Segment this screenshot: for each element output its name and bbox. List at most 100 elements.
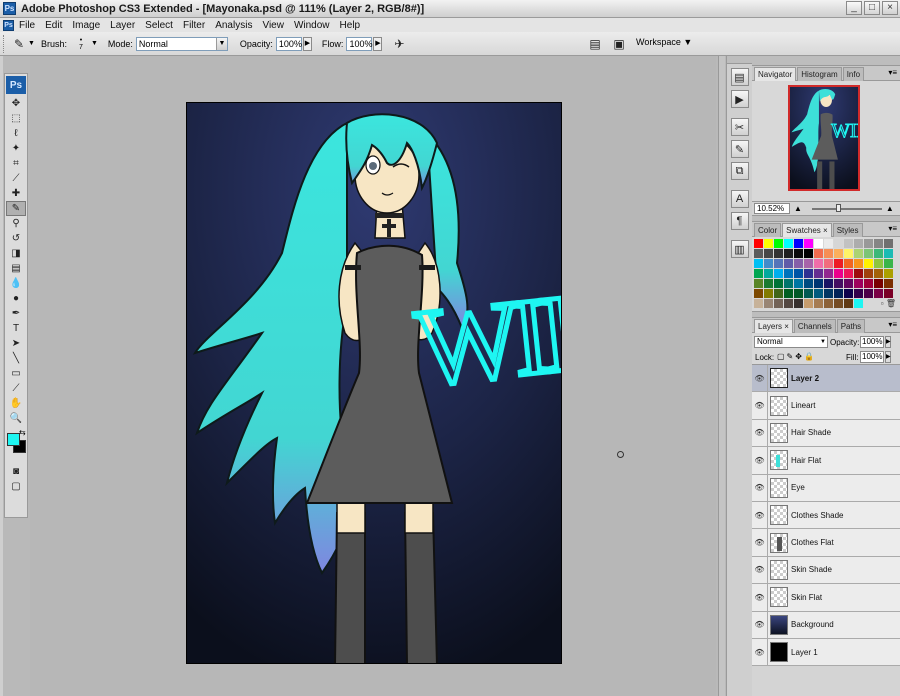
zoom-tool[interactable]: 🔍 — [6, 411, 26, 426]
swatch[interactable] — [834, 299, 843, 308]
swatch[interactable] — [844, 239, 853, 248]
panel-menu-icon[interactable]: ▾≡ — [888, 66, 897, 80]
swatch[interactable] — [804, 289, 813, 298]
swatch[interactable] — [804, 299, 813, 308]
swatch[interactable] — [814, 269, 823, 278]
minimize-button[interactable]: _ — [846, 1, 862, 15]
notes-tool[interactable]: ▭ — [6, 366, 26, 381]
blur-tool[interactable]: 💧 — [6, 276, 26, 291]
swatch[interactable] — [834, 289, 843, 298]
eyedropper-slice-tool[interactable]: ⟋ — [6, 171, 26, 186]
swatch[interactable] — [754, 299, 763, 308]
layer-row[interactable]: 👁 Clothes Flat — [752, 529, 900, 557]
swatch[interactable] — [804, 269, 813, 278]
bridge-icon[interactable]: ▣ — [610, 35, 628, 53]
swatch[interactable] — [784, 249, 793, 258]
swatch[interactable] — [884, 289, 893, 298]
swatch[interactable] — [794, 239, 803, 248]
menu-analysis[interactable]: Analysis — [210, 20, 257, 31]
swatch[interactable] — [814, 259, 823, 268]
swatch[interactable] — [774, 239, 783, 248]
gradient-tool[interactable]: ▤ — [6, 261, 26, 276]
swatch[interactable] — [754, 279, 763, 288]
swatch[interactable] — [884, 249, 893, 258]
character-icon[interactable]: A — [730, 190, 749, 208]
swatch[interactable] — [794, 299, 803, 308]
eye-icon[interactable]: 👁 — [752, 583, 768, 611]
swatch[interactable] — [804, 279, 813, 288]
swatch[interactable] — [814, 299, 823, 308]
blend-mode-select[interactable]: Normal ▼ — [754, 336, 828, 348]
zoom-in-icon[interactable]: ▲ — [886, 204, 894, 213]
menu-image[interactable]: Image — [67, 20, 105, 31]
document-canvas[interactable]: WIP — [186, 102, 562, 664]
swatch[interactable] — [844, 259, 853, 268]
layer-row[interactable]: 👁 Skin Shade — [752, 556, 900, 585]
swatch[interactable] — [764, 289, 773, 298]
swatch[interactable] — [794, 269, 803, 278]
swatch[interactable] — [854, 269, 863, 278]
healing-brush-tool[interactable]: ✚ — [6, 186, 26, 201]
crop-tool[interactable]: ⌗ — [6, 156, 26, 171]
swatch[interactable] — [844, 299, 853, 308]
tab-swatches[interactable]: Swatches × — [782, 223, 832, 237]
swatch[interactable] — [874, 239, 883, 248]
eyedropper-tool[interactable]: ⟋ — [6, 381, 26, 396]
swatch[interactable] — [794, 249, 803, 258]
panel-menu-icon[interactable]: ▾≡ — [888, 222, 897, 236]
close-button[interactable]: × — [882, 1, 898, 15]
swatch[interactable] — [834, 269, 843, 278]
navigator-thumbnail[interactable]: WIP — [788, 85, 860, 191]
move-tool[interactable]: ✥ — [6, 96, 26, 111]
swatch[interactable] — [834, 259, 843, 268]
swatch[interactable] — [794, 259, 803, 268]
lock-options-icon[interactable]: ▢✎✥🔒 — [777, 352, 816, 361]
tab-color[interactable]: Color — [754, 223, 782, 237]
swatch[interactable] — [774, 279, 783, 288]
brush-preset-icon[interactable]: ✎ — [10, 35, 28, 53]
workspace-menu[interactable]: Workspace ▼ — [636, 37, 692, 47]
lasso-tool[interactable]: ℓ — [6, 126, 26, 141]
swatch[interactable] — [784, 279, 793, 288]
menu-help[interactable]: Help — [335, 20, 366, 31]
layer-row[interactable]: 👁 Eye — [752, 474, 900, 502]
tab-info[interactable]: Info — [842, 67, 865, 81]
tab-paths[interactable]: Paths — [836, 319, 866, 333]
fill-arrow[interactable]: ▶ — [885, 351, 891, 363]
swatch[interactable] — [854, 289, 863, 298]
marquee-tool[interactable]: ⬚ — [6, 111, 26, 126]
eye-icon[interactable]: 👁 — [752, 529, 768, 557]
tool-presets-icon[interactable]: ✂ — [730, 118, 749, 136]
zoom-slider-handle[interactable] — [835, 203, 841, 212]
quick-mask-icon[interactable]: ◙ — [6, 464, 26, 479]
clone-source-icon[interactable]: ⧉ — [730, 162, 749, 180]
flow-input[interactable]: 100% — [346, 36, 372, 51]
panels-grip[interactable] — [752, 56, 900, 66]
swatch[interactable] — [864, 289, 873, 298]
brush-size-preview[interactable]: • 7 — [71, 35, 91, 53]
menu-window[interactable]: Window — [289, 20, 335, 31]
fill-input[interactable]: 100% — [860, 351, 884, 363]
pen-tool[interactable]: ✒ — [6, 306, 26, 321]
layer-row[interactable]: 👁 Skin Flat — [752, 583, 900, 612]
swatch[interactable] — [834, 279, 843, 288]
swatch[interactable] — [784, 289, 793, 298]
airbrush-icon[interactable]: ✈ — [390, 35, 408, 53]
swatch[interactable] — [844, 279, 853, 288]
dodge-tool[interactable]: ● — [6, 291, 26, 306]
swatch[interactable] — [854, 299, 863, 308]
swatch[interactable] — [814, 279, 823, 288]
panel-menu-icon[interactable]: ▾≡ — [888, 318, 897, 332]
swatch[interactable] — [814, 249, 823, 258]
swatch[interactable] — [824, 279, 833, 288]
swatch[interactable] — [864, 239, 873, 248]
swatch[interactable] — [764, 249, 773, 258]
line-tool[interactable]: ╲ — [6, 351, 26, 366]
swatch[interactable] — [754, 269, 763, 278]
swatch[interactable] — [824, 249, 833, 258]
swatch[interactable] — [814, 239, 823, 248]
layer-row[interactable]: 👁 Layer 2 — [752, 364, 900, 393]
maximize-button[interactable]: □ — [864, 1, 880, 15]
layer-row[interactable]: 👁 Lineart — [752, 392, 900, 420]
menu-file[interactable]: File — [14, 20, 40, 31]
